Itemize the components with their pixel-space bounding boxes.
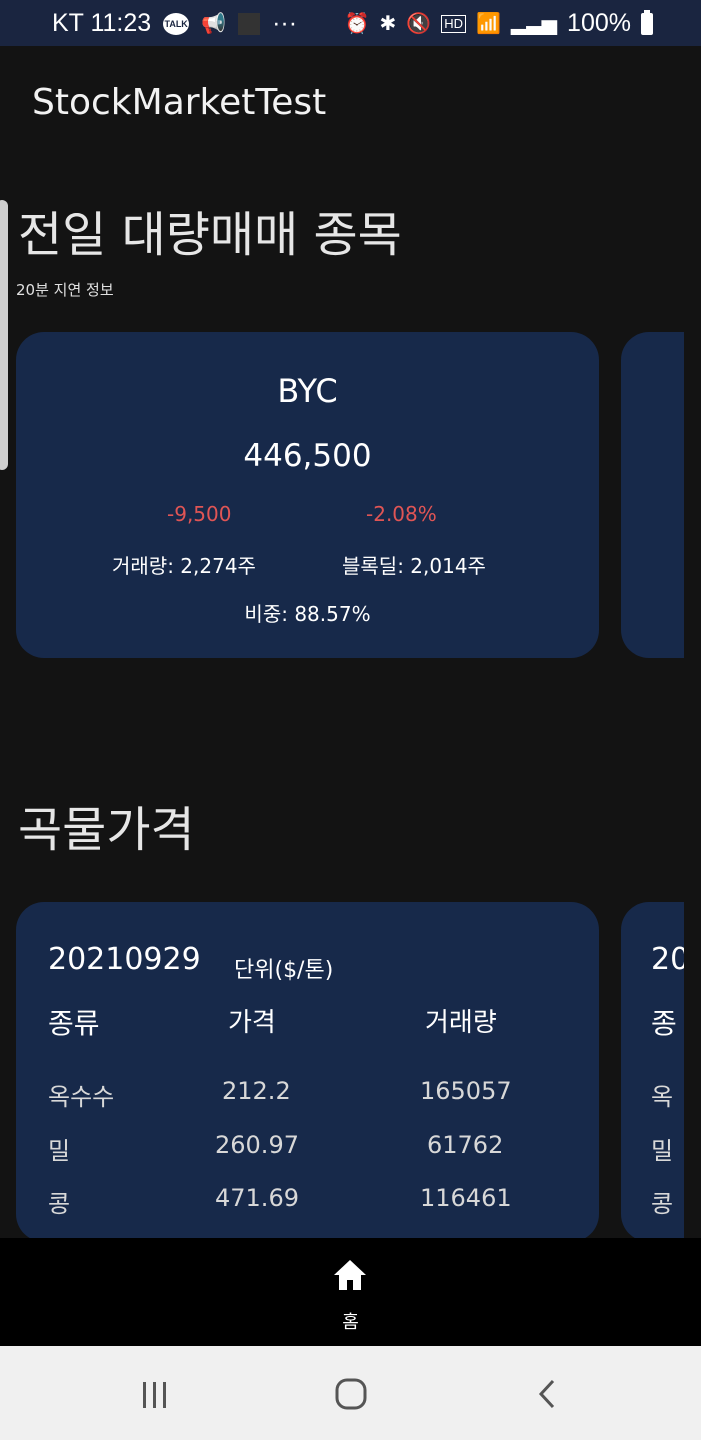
price-change-percent: -2.08% — [366, 502, 437, 526]
home-icon[interactable] — [332, 1258, 368, 1292]
block-deal-volume: 블록딜: 2,014주 — [342, 554, 486, 578]
trade-volume: 거래량: 2,274주 — [112, 554, 256, 578]
battery-icon — [641, 9, 653, 35]
home-button-icon[interactable] — [334, 1377, 368, 1411]
row-soybean-price: 471.69 — [215, 1184, 299, 1212]
next-row-1: 옥 — [651, 1083, 674, 1111]
row-corn-price: 212.2 — [222, 1077, 291, 1105]
grain-date: 20210929 — [48, 942, 201, 977]
row-wheat-price: 260.97 — [215, 1131, 299, 1159]
edge-panel-handle[interactable] — [0, 200, 8, 470]
grain-prices-title: 곡물가격 — [18, 802, 195, 858]
header-price: 가격 — [228, 1008, 276, 1038]
row-corn-type: 옥수수 — [48, 1083, 115, 1111]
price-change: -9,500 — [167, 502, 232, 526]
status-bar: KT 11:23 TALK 📢 ··· ⏰ ✱ 🔇 HD 📶 ▂▃▅ 100% — [0, 0, 701, 46]
next-header-type: 종 — [651, 1007, 677, 1040]
header-volume: 거래량 — [425, 1008, 497, 1038]
back-icon[interactable] — [536, 1378, 558, 1410]
alarm-icon: ⏰ — [344, 12, 370, 35]
block-trades-title: 전일 대량매매 종목 — [18, 207, 402, 263]
battery-percent: 100% — [567, 9, 631, 37]
more-notifications-icon: ··· — [272, 9, 298, 37]
recent-apps-icon[interactable] — [140, 1380, 170, 1410]
signal-icon: ▂▃▅ — [510, 12, 558, 35]
home-tab-label[interactable]: 홈 — [0, 1308, 701, 1334]
grain-price-card-next[interactable]: 20 종 옥 밀 콩 — [621, 902, 684, 1242]
grain-unit: 단위($/톤) — [234, 958, 334, 983]
block-trade-card[interactable]: BYC 446,500 -9,500 -2.08% 거래량: 2,274주 블록… — [16, 332, 599, 658]
row-wheat-volume: 61762 — [427, 1131, 504, 1159]
wifi-icon: 📶 — [475, 12, 501, 35]
next-grain-date: 20 — [651, 942, 684, 977]
hd-icon: HD — [441, 14, 466, 33]
next-row-3: 콩 — [651, 1190, 674, 1218]
row-corn-volume: 165057 — [420, 1077, 512, 1105]
header-type: 종류 — [48, 1007, 100, 1040]
row-soybean-type: 콩 — [48, 1190, 71, 1218]
row-wheat-type: 밀 — [48, 1137, 71, 1165]
notification-app-icon — [238, 12, 261, 35]
bluetooth-icon: ✱ — [379, 12, 397, 35]
row-soybean-volume: 116461 — [420, 1184, 512, 1212]
carrier-time: KT 11:23 — [52, 9, 152, 37]
block-trade-card-next[interactable] — [621, 332, 684, 658]
app-title: StockMarketTest — [32, 82, 327, 123]
mute-icon: 🔇 — [406, 12, 432, 35]
grain-price-card[interactable]: 20210929 단위($/톤) 종류 가격 거래량 옥수수 212.2 165… — [16, 902, 599, 1242]
megaphone-icon: 📢 — [201, 12, 227, 35]
block-ratio: 비중: 88.57% — [244, 602, 371, 626]
delay-notice: 20분 지연 정보 — [16, 281, 114, 299]
stock-name: BYC — [277, 372, 338, 410]
next-row-2: 밀 — [651, 1137, 674, 1165]
system-navigation-bar — [0, 1346, 701, 1440]
kakaotalk-icon: TALK — [163, 12, 190, 35]
stock-price: 446,500 — [243, 438, 372, 474]
